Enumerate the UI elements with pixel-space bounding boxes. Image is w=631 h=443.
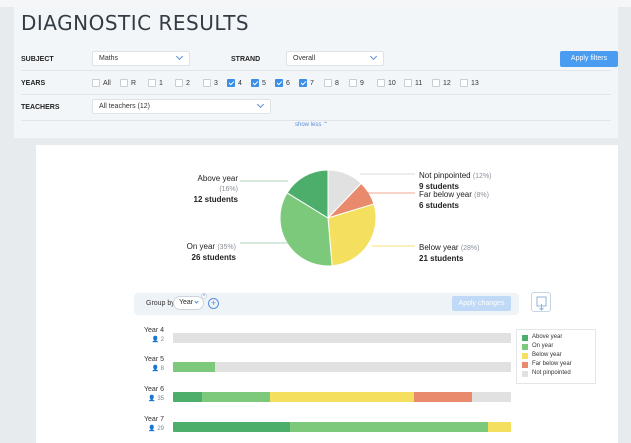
year-label: Year 5 xyxy=(144,356,164,363)
legend-item: On year xyxy=(522,342,595,351)
legend-item: Above year xyxy=(522,333,595,342)
bar-segment-on xyxy=(289,422,488,432)
user-icon: 👤 xyxy=(151,337,161,343)
legend-swatch xyxy=(522,361,528,368)
bar-segment-below xyxy=(269,392,415,402)
legend-swatch xyxy=(522,370,528,377)
student-count: 👤 29 xyxy=(148,426,164,432)
user-icon: 👤 xyxy=(148,426,158,432)
bar-row-label: Year 6 👤 35 xyxy=(134,385,164,404)
pie-label-far: Far below year (8%) 6 students xyxy=(419,190,489,211)
legend-label: On year xyxy=(532,343,554,349)
far-students: 6 students xyxy=(419,201,460,210)
year-label: Year 4 xyxy=(144,327,164,334)
pie-label-above: Above year (16%) 12 students xyxy=(182,174,238,205)
not-pct: (12%) xyxy=(472,173,492,180)
year-label: Year 6 xyxy=(144,386,164,393)
legend-item: Far below year xyxy=(522,360,595,369)
remove-group-icon[interactable]: × xyxy=(201,293,207,299)
pie-label-not: Not pinpointed (12%) 9 students xyxy=(419,171,492,192)
student-count: 👤 8 xyxy=(152,366,164,372)
on-pct: (35%) xyxy=(217,244,236,251)
bar-segment-not xyxy=(472,392,511,402)
stacked-bar[interactable] xyxy=(173,422,511,432)
on-students: 26 students xyxy=(191,253,236,262)
download-icon xyxy=(536,296,547,311)
apply-changes-button[interactable]: Apply changes xyxy=(452,296,511,311)
year-label: Year 7 xyxy=(144,416,164,423)
user-icon: 👤 xyxy=(148,396,158,402)
below-pct: (28%) xyxy=(460,245,480,252)
stacked-bar[interactable] xyxy=(173,362,511,372)
below-students: 21 students xyxy=(419,254,464,263)
below-label: Below year xyxy=(419,243,459,252)
above-pct: (16%) xyxy=(219,186,238,193)
bar-segment-far xyxy=(414,392,473,402)
group-by-value: Year xyxy=(179,299,194,306)
bar-segment-not xyxy=(173,333,511,343)
chart-legend: Above year On year Below year Far below yea… xyxy=(516,329,596,384)
legend-swatch xyxy=(522,334,528,341)
legend-label: Not pinpointed xyxy=(532,370,571,376)
legend-label: Above year xyxy=(532,334,563,340)
student-count: 👤 35 xyxy=(148,396,164,402)
legend-swatch xyxy=(522,343,528,350)
bar-segment-not xyxy=(215,362,511,372)
far-pct: (8%) xyxy=(474,192,489,199)
legend-item: Below year xyxy=(522,351,595,360)
above-label: Above year xyxy=(197,174,238,183)
add-group-button[interactable]: + xyxy=(208,298,219,309)
bar-row-label: Year 7 👤 29 xyxy=(134,415,164,434)
on-label: On year xyxy=(186,242,216,251)
bar-segment-below xyxy=(487,422,511,432)
above-students: 12 students xyxy=(193,195,238,204)
group-by-select[interactable]: Year xyxy=(173,296,204,310)
chevron-down-icon xyxy=(194,299,199,304)
bar-segment-on xyxy=(173,362,216,372)
bar-segment-above xyxy=(173,392,202,402)
legend-swatch xyxy=(522,352,528,359)
far-label: Far below year xyxy=(419,190,472,199)
pie-label-below: Below year (28%) 21 students xyxy=(419,243,480,264)
bar-segment-on xyxy=(201,392,270,402)
legend-item: Not pinpointed xyxy=(522,369,595,378)
legend-label: Far below year xyxy=(532,361,572,367)
pie-label-on: On year (35%) 26 students xyxy=(170,242,236,263)
bar-segment-above xyxy=(173,422,290,432)
group-by-label: Group by xyxy=(146,300,175,307)
stacked-bar[interactable] xyxy=(173,333,511,343)
not-label: Not pinpointed xyxy=(419,171,471,180)
count-value: 35 xyxy=(157,396,164,402)
count-value: 29 xyxy=(157,426,164,432)
user-icon: 👤 xyxy=(151,366,161,372)
export-icon[interactable] xyxy=(531,292,551,312)
stacked-bar[interactable] xyxy=(173,392,511,402)
bar-row-label: Year 4 👤 2 xyxy=(134,326,164,345)
legend-label: Below year xyxy=(532,352,562,358)
bar-row-label: Year 5 👤 8 xyxy=(134,355,164,374)
count-value: 8 xyxy=(160,366,164,372)
student-count: 👤 2 xyxy=(152,337,164,343)
count-value: 2 xyxy=(160,337,164,343)
